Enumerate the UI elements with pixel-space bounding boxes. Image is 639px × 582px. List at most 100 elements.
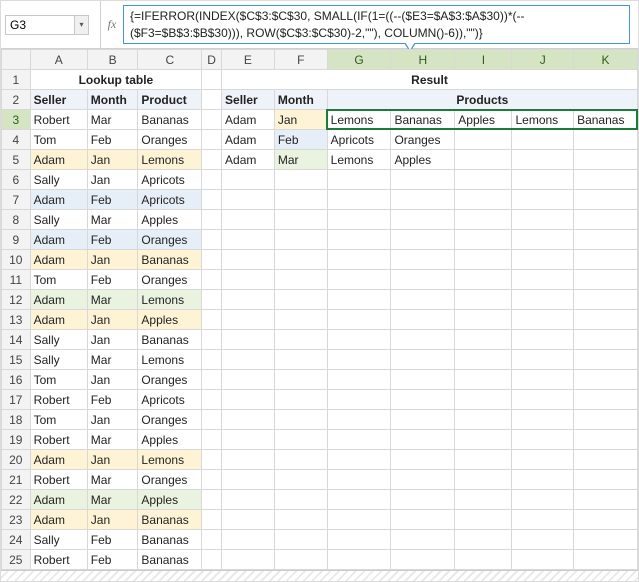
cell-E20[interactable] (222, 450, 275, 470)
cell-I25[interactable] (455, 550, 512, 570)
cell-K23[interactable] (574, 510, 638, 530)
select-all-corner[interactable] (2, 50, 31, 70)
cell-C4[interactable]: Oranges (138, 130, 202, 150)
cell-E19[interactable] (222, 430, 275, 450)
cell-K9[interactable] (574, 230, 638, 250)
col-header-F[interactable]: F (274, 50, 327, 70)
row-header-12[interactable]: 12 (2, 290, 31, 310)
cell-D18[interactable] (202, 410, 222, 430)
cell-D12[interactable] (202, 290, 222, 310)
cell-C5[interactable]: Lemons (138, 150, 202, 170)
cell-G21[interactable] (327, 470, 391, 490)
cell-B13[interactable]: Jan (87, 310, 138, 330)
cell-H18[interactable] (391, 410, 455, 430)
cell-A2[interactable]: Seller (30, 90, 87, 110)
row-header-5[interactable]: 5 (2, 150, 31, 170)
cell-A21[interactable]: Robert (30, 470, 87, 490)
cell-I3[interactable]: Apples (455, 110, 512, 130)
row-header-6[interactable]: 6 (2, 170, 31, 190)
cell-D16[interactable] (202, 370, 222, 390)
cell-F3[interactable]: Jan (274, 110, 327, 130)
cell-H22[interactable] (391, 490, 455, 510)
cell-A8[interactable]: Sally (30, 210, 87, 230)
cell-G17[interactable] (327, 390, 391, 410)
cell-J21[interactable] (512, 470, 574, 490)
cell-B19[interactable]: Mar (87, 430, 138, 450)
cell-C9[interactable]: Oranges (138, 230, 202, 250)
cell-K25[interactable] (574, 550, 638, 570)
cell-H11[interactable] (391, 270, 455, 290)
cell-E13[interactable] (222, 310, 275, 330)
cell-C11[interactable]: Oranges (138, 270, 202, 290)
cell-A7[interactable]: Adam (30, 190, 87, 210)
cell-J14[interactable] (512, 330, 574, 350)
cell-H13[interactable] (391, 310, 455, 330)
cell-A16[interactable]: Tom (30, 370, 87, 390)
col-header-D[interactable]: D (202, 50, 222, 70)
cell-G19[interactable] (327, 430, 391, 450)
cell-H7[interactable] (391, 190, 455, 210)
cell-E22[interactable] (222, 490, 275, 510)
cell-D21[interactable] (202, 470, 222, 490)
cell-F10[interactable] (274, 250, 327, 270)
cell-E18[interactable] (222, 410, 275, 430)
cell-E25[interactable] (222, 550, 275, 570)
cell-J22[interactable] (512, 490, 574, 510)
cell-C8[interactable]: Apples (138, 210, 202, 230)
cell-F19[interactable] (274, 430, 327, 450)
cell-I15[interactable] (455, 350, 512, 370)
cell-I5[interactable] (455, 150, 512, 170)
cell-E15[interactable] (222, 350, 275, 370)
cell-I8[interactable] (455, 210, 512, 230)
cell-D17[interactable] (202, 390, 222, 410)
cell-C25[interactable]: Bananas (138, 550, 202, 570)
cell-B20[interactable]: Jan (87, 450, 138, 470)
cell-B12[interactable]: Mar (87, 290, 138, 310)
cell-G10[interactable] (327, 250, 391, 270)
cell-H15[interactable] (391, 350, 455, 370)
row-header-23[interactable]: 23 (2, 510, 31, 530)
row-header-1[interactable]: 1 (2, 70, 31, 90)
cell-A25[interactable]: Robert (30, 550, 87, 570)
cell-J17[interactable] (512, 390, 574, 410)
cell-H16[interactable] (391, 370, 455, 390)
cell-I4[interactable] (455, 130, 512, 150)
cell-J19[interactable] (512, 430, 574, 450)
cell-G7[interactable] (327, 190, 391, 210)
cell-J3[interactable]: Lemons (512, 110, 574, 130)
cell-K14[interactable] (574, 330, 638, 350)
row-header-9[interactable]: 9 (2, 230, 31, 250)
cell-E3[interactable]: Adam (222, 110, 275, 130)
cell-D22[interactable] (202, 490, 222, 510)
cell-B16[interactable]: Jan (87, 370, 138, 390)
cell-I10[interactable] (455, 250, 512, 270)
row-header-8[interactable]: 8 (2, 210, 31, 230)
cell-E8[interactable] (222, 210, 275, 230)
cell-C10[interactable]: Bananas (138, 250, 202, 270)
cell-F5[interactable]: Mar (274, 150, 327, 170)
col-header-G[interactable]: G (327, 50, 391, 70)
cell-A17[interactable]: Robert (30, 390, 87, 410)
cell-I14[interactable] (455, 330, 512, 350)
cell-D8[interactable] (202, 210, 222, 230)
cell-B10[interactable]: Jan (87, 250, 138, 270)
cell-F15[interactable] (274, 350, 327, 370)
row-header-22[interactable]: 22 (2, 490, 31, 510)
cell-G23[interactable] (327, 510, 391, 530)
cell-I18[interactable] (455, 410, 512, 430)
cell-H8[interactable] (391, 210, 455, 230)
cell-B17[interactable]: Feb (87, 390, 138, 410)
cell-H14[interactable] (391, 330, 455, 350)
cell-G24[interactable] (327, 530, 391, 550)
cell-B14[interactable]: Jan (87, 330, 138, 350)
cell-B25[interactable]: Feb (87, 550, 138, 570)
cell-C18[interactable]: Oranges (138, 410, 202, 430)
cell-G16[interactable] (327, 370, 391, 390)
cell-K12[interactable] (574, 290, 638, 310)
cell-B6[interactable]: Jan (87, 170, 138, 190)
cell-B15[interactable]: Mar (87, 350, 138, 370)
cell-A19[interactable]: Robert (30, 430, 87, 450)
cell-B24[interactable]: Feb (87, 530, 138, 550)
cell-F9[interactable] (274, 230, 327, 250)
cell-G13[interactable] (327, 310, 391, 330)
